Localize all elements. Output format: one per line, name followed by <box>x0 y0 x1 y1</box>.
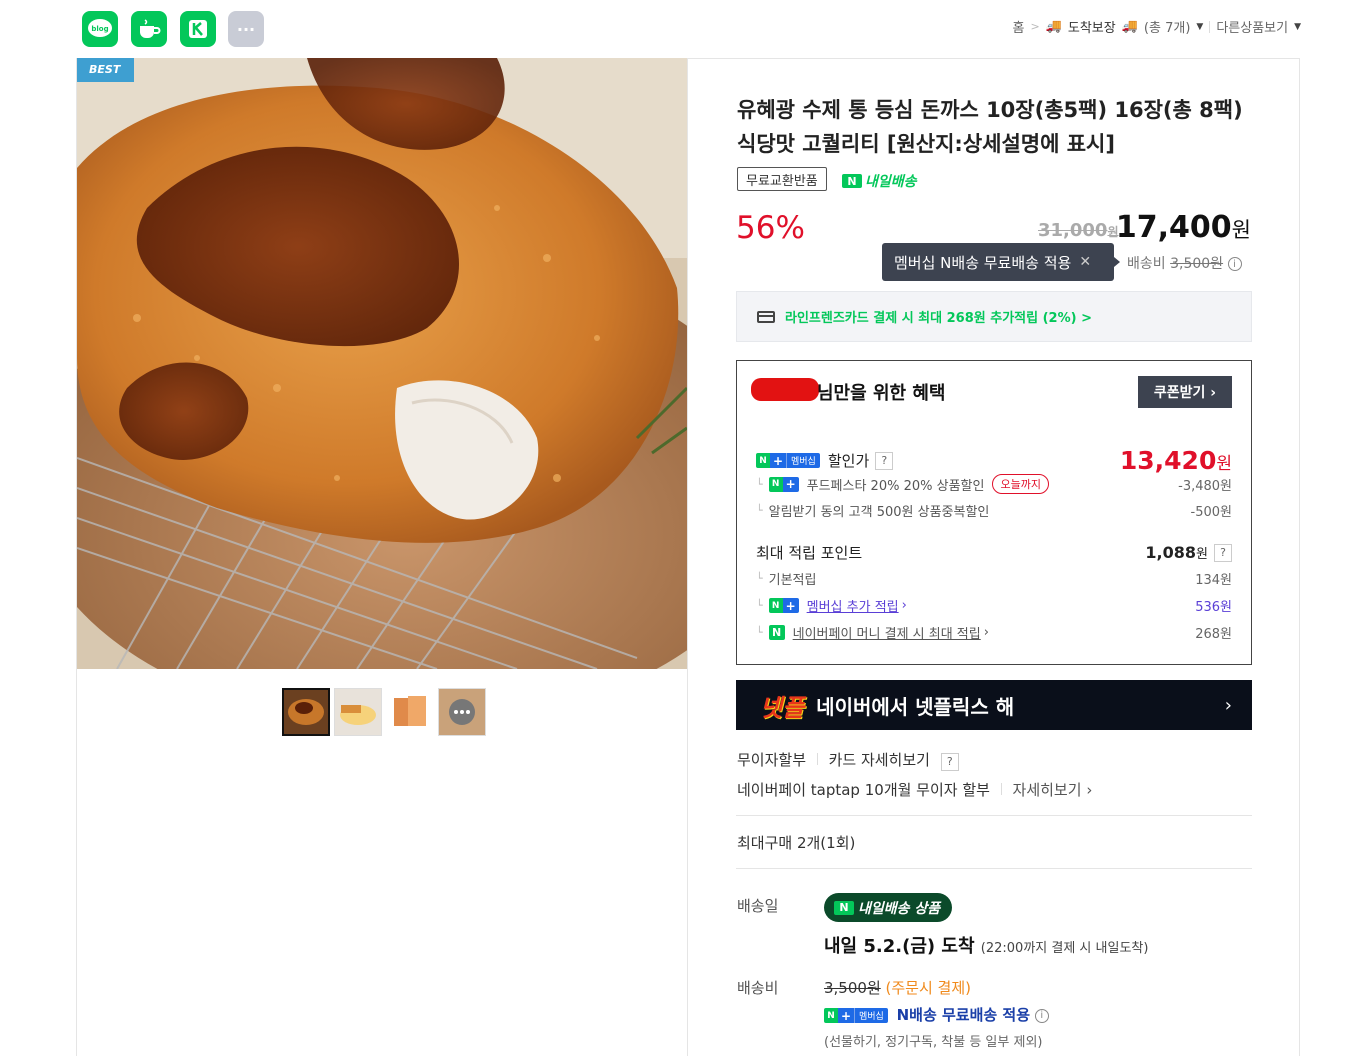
delivery-fee-label: 배송비 <box>737 979 779 997</box>
blog-icon[interactable]: blog <box>82 11 118 47</box>
discount-sub-row: └ 알림받기 동의 고객 500원 상품중복할인 -500원 <box>756 504 1232 520</box>
delivery-fee: 3,500원 (주문시 결제) <box>824 979 972 997</box>
band-icon[interactable] <box>180 11 216 47</box>
taptap-row: 네이버페이 taptap 10개월 무이자 할부 자세히보기 › <box>737 781 1093 799</box>
redacted-username <box>751 378 819 401</box>
chevron-right-icon: › <box>1086 781 1093 799</box>
breadcrumb-separator: > <box>1030 20 1040 33</box>
netflix-promo-logo: 넷플 <box>760 693 805 722</box>
points-sub-row: └ N 네이버페이 머니 결제 시 최대 적립 › 268원 <box>756 623 1232 642</box>
cafe-icon[interactable] <box>131 11 167 47</box>
close-icon[interactable]: ✕ <box>1079 254 1091 270</box>
thumbnail-2[interactable] <box>334 688 382 736</box>
card-promo-banner[interactable]: 라인프렌즈카드 결제 시 최대 268원 추가적립 (2%) > <box>736 291 1252 342</box>
points-row: 최대 적립 포인트 1,088원 ? <box>756 542 1232 563</box>
discount-price: 13,420원 <box>1119 446 1232 475</box>
tomorrow-delivery-pill: N 내일배송 상품 <box>824 893 953 922</box>
other-products-link[interactable]: 다른상품보기 <box>1216 17 1288 36</box>
naver-plus-icon: N + <box>768 476 799 492</box>
naverpay-points-link[interactable]: 네이버페이 머니 결제 시 최대 적립 <box>793 623 981 642</box>
more-icon[interactable]: ··· <box>228 11 264 47</box>
credit-card-icon <box>757 310 775 323</box>
best-badge: BEST <box>77 58 134 82</box>
discount-sub-row: └ N + 푸드페스타 20% 20% 상품할인 오늘까지 -3,480원 <box>756 474 1232 494</box>
help-icon[interactable]: ? <box>875 451 894 470</box>
naver-plus-membership-icon: N + 멤버십 <box>824 1008 888 1023</box>
tomorrow-delivery-badge: N 내일배송 <box>842 171 917 191</box>
naver-n-icon: N <box>842 174 862 188</box>
installment-row: 무이자할부 카드 자세히보기 ? <box>737 749 959 771</box>
breadcrumb-category[interactable]: 도착보장 <box>1068 17 1116 36</box>
card-detail-link[interactable]: 카드 자세히보기 <box>829 751 930 769</box>
truck-icon: 🚚 <box>1121 19 1138 34</box>
naver-plus-icon: N + <box>768 598 799 613</box>
product-title: 유혜광 수제 통 등심 돈까스 10장(총5팩) 16장(총 8팩) 식당맛 고… <box>737 98 1243 156</box>
caret-down-icon[interactable]: ▼ <box>1196 22 1203 32</box>
breadcrumb-count[interactable]: (총 7개) <box>1144 17 1190 36</box>
help-icon[interactable]: ? <box>1214 543 1232 562</box>
exclusion-note: (선물하기, 정기구독, 착불 등 일부 제외) <box>824 1035 1043 1050</box>
original-price: 31,000원 <box>1038 220 1119 241</box>
discount-rate: 56% <box>736 210 805 246</box>
delivery-date-label: 배송일 <box>737 897 779 915</box>
netflix-promo-banner[interactable]: 넷플 네이버에서 넷플릭스 해 › <box>736 680 1252 730</box>
points-sub-row: └ 기본적립 134원 <box>756 572 1232 588</box>
benefit-heading: 님만을 위한 혜택 <box>817 383 946 404</box>
info-icon[interactable]: i <box>1034 1008 1049 1023</box>
caret-down-icon[interactable]: ▼ <box>1294 22 1301 32</box>
membership-points-link[interactable]: 멤버십 추가 적립 <box>807 596 899 615</box>
product-main-image[interactable] <box>77 58 687 669</box>
breadcrumb: 홈 > 🚚 도착보장 🚚 (총 7개) ▼ 다른상품보기 ▼ <box>1013 17 1301 36</box>
shipping-fee: 배송비 3,500원 i <box>1127 253 1242 273</box>
free-shipping-row: N + 멤버십 N배송 무료배송 적용 i <box>824 1004 1049 1025</box>
divider <box>1209 20 1211 33</box>
today-only-tag: 오늘까지 <box>992 474 1049 494</box>
help-icon[interactable]: ? <box>940 752 959 771</box>
membership-tooltip: 멤버십 N배송 무료배송 적용 ✕ <box>882 243 1120 281</box>
chevron-right-icon: › <box>901 598 907 613</box>
naver-pay-icon: N <box>768 625 785 640</box>
breadcrumb-home[interactable]: 홈 <box>1013 17 1025 36</box>
naver-plus-membership-icon: N + 멤버십 <box>756 453 820 468</box>
thumbnail-4[interactable] <box>438 688 486 736</box>
arrival-date: 내일 5.2.(금) 도착 (22:00까지 결제 시 내일도착) <box>824 936 1149 957</box>
thumbnail-list <box>282 688 486 736</box>
member-benefit-box: 님만을 위한 혜택 쿠폰받기 › N + 멤버십 할인가 ? 13,420원 └ N… <box>736 360 1252 665</box>
get-coupon-button[interactable]: 쿠폰받기 › <box>1138 376 1232 408</box>
svg-text:blog: blog <box>91 25 108 33</box>
thumbnail-3[interactable] <box>386 688 434 736</box>
sale-price: 17,400원 <box>1115 210 1251 245</box>
thumbnail-1[interactable] <box>282 688 330 736</box>
points-sub-row: └ N + 멤버십 추가 적립 › 536원 <box>756 596 1232 615</box>
free-return-tag: 무료교환반품 <box>737 167 827 191</box>
truck-icon: 🚚 <box>1045 19 1062 34</box>
max-purchase: 최대구매 2개(1회) <box>737 834 856 852</box>
info-icon[interactable]: i <box>1227 257 1242 271</box>
discount-price-row: N + 멤버십 할인가 ? 13,420원 <box>756 446 1232 475</box>
chevron-right-icon: › <box>1224 694 1232 716</box>
taptap-detail-link[interactable]: 자세히보기 <box>1013 781 1082 799</box>
naver-n-icon: N <box>834 900 854 915</box>
chevron-right-icon: › <box>983 625 989 640</box>
